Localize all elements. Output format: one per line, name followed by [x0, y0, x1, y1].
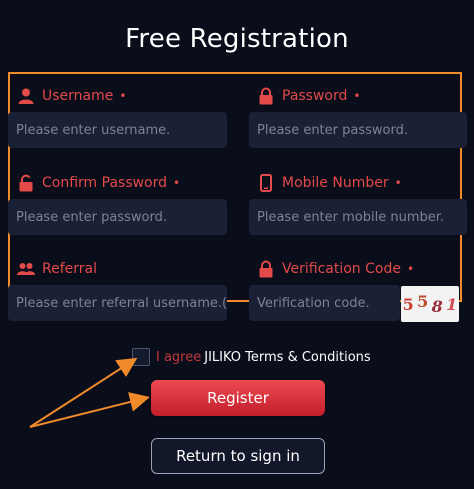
- phone-icon: [256, 173, 276, 193]
- required-marker: •: [119, 89, 127, 103]
- required-marker: •: [173, 176, 181, 190]
- unlock-icon: [16, 173, 36, 193]
- username-label: Username •: [16, 86, 126, 106]
- register-button[interactable]: Register: [151, 380, 325, 416]
- required-marker: •: [394, 176, 402, 190]
- username-input[interactable]: Please enter username.: [8, 112, 227, 148]
- lock-icon: [256, 86, 276, 106]
- referral-label: Referral: [16, 259, 97, 279]
- terms-link[interactable]: JILIKO Terms & Conditions: [204, 350, 370, 365]
- agree-prefix: I agree: [156, 349, 202, 365]
- mobile-label: Mobile Number •: [256, 173, 402, 193]
- terms-checkbox[interactable]: [132, 348, 150, 366]
- referral-placeholder: Please enter referral username.(Optio: [16, 295, 227, 311]
- required-marker: •: [353, 89, 361, 103]
- password-input[interactable]: Please enter password.: [249, 112, 467, 148]
- verification-label: Verification Code •: [256, 259, 414, 279]
- password-label: Password •: [256, 86, 360, 106]
- verification-input[interactable]: Verification code.: [249, 285, 400, 321]
- captcha-char: 5: [417, 291, 429, 311]
- mobile-placeholder: Please enter mobile number.: [257, 209, 445, 225]
- confirm-password-label: Confirm Password •: [16, 173, 180, 193]
- users-icon: [16, 259, 36, 279]
- confirm-password-placeholder: Please enter password.: [16, 209, 167, 225]
- terms-agreement: I agree JILIKO Terms & Conditions: [132, 348, 371, 366]
- captcha-image[interactable]: 5 5 8 1: [401, 286, 459, 322]
- username-placeholder: Please enter username.: [16, 122, 171, 138]
- arrow-to-register: [29, 392, 150, 428]
- user-icon: [16, 86, 36, 106]
- arrow-to-checkbox: [29, 357, 138, 428]
- required-marker: •: [406, 262, 415, 276]
- confirm-password-input[interactable]: Please enter password.: [8, 199, 227, 235]
- referral-input[interactable]: Please enter referral username.(Optio: [8, 285, 227, 321]
- return-to-sign-in-button[interactable]: Return to sign in: [151, 438, 325, 474]
- password-placeholder: Please enter password.: [257, 122, 408, 138]
- mobile-input[interactable]: Please enter mobile number.: [249, 199, 467, 235]
- captcha-char: 8: [431, 296, 443, 316]
- verification-placeholder: Verification code.: [257, 295, 370, 311]
- captcha-char: 5: [402, 294, 414, 314]
- lock-icon: [256, 259, 276, 279]
- captcha-char: 1: [446, 294, 458, 314]
- page-title: Free Registration: [125, 24, 349, 54]
